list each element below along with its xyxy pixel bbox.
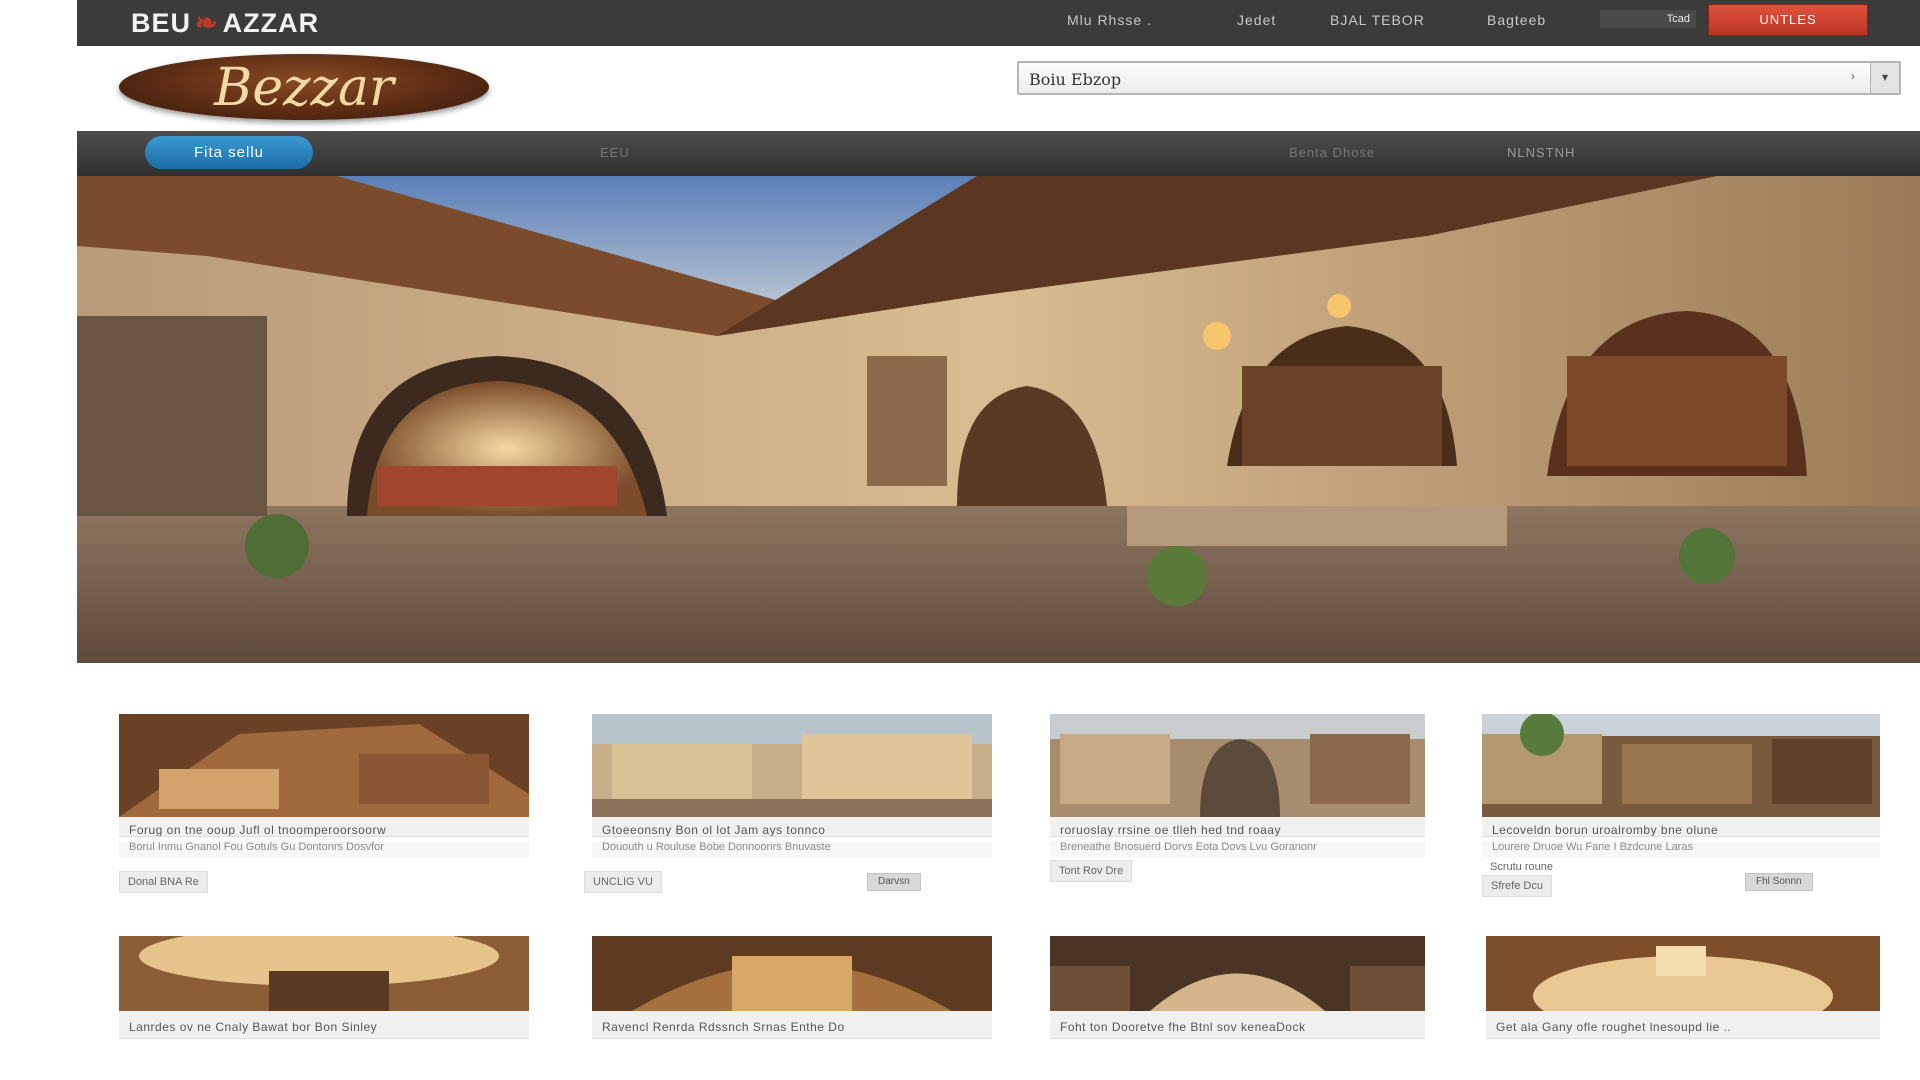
search-dropdown-button[interactable]: ▾ [1870, 63, 1899, 93]
card-image [119, 714, 529, 817]
card-image [119, 936, 529, 1011]
card-tag: Donal BNA Re [119, 871, 208, 893]
card-image [1050, 714, 1425, 817]
search-bar: › ▾ [1017, 61, 1901, 95]
card-title: Get ala Gany ofle roughet lnesoupd lie .… [1486, 1011, 1880, 1039]
small-logo-left: BEU [131, 8, 192, 38]
card-subtitle: Lourere Druoe Wu Fane I Bzdcune Laras [1482, 841, 1880, 857]
product-card[interactable]: Get ala Gany ofle roughet lnesoupd lie .… [1486, 936, 1880, 1040]
product-card[interactable]: Foht ton Dooretve fhe Btnl sov keneaDock [1050, 936, 1425, 1040]
card-title: Lanrdes ov ne Cnaly Bawat bor Bon Sinley [119, 1011, 529, 1039]
chevron-right-icon: › [1851, 69, 1855, 83]
card-title: Gtoeeonsny Bon ol lot Jam ays tonnco [592, 817, 992, 837]
card-title: Lecoveldn borun uroalromby bne olune [1482, 817, 1880, 837]
top-bar: BEU ❧ AZZAR Mlu Rhsse . Jedet BJAL TEBOR B… [77, 0, 1920, 46]
card-title: Ravencl Renrda Rdssnch Srnas Enthe Do [592, 1011, 992, 1039]
card-title: Foht ton Dooretve fhe Btnl sov keneaDock [1050, 1011, 1425, 1039]
small-logo[interactable]: BEU ❧ AZZAR [131, 8, 319, 39]
card-image [592, 936, 992, 1011]
product-card[interactable]: Lanrdes ov ne Cnaly Bawat bor Bon Sinley [119, 936, 529, 1040]
card-button[interactable]: Fhl Sonnn [1745, 873, 1813, 891]
main-logo[interactable]: Bezzar [119, 54, 489, 120]
card-tag: Tont Rov Dre [1050, 860, 1133, 882]
card-image [1482, 714, 1880, 817]
main-logo-text: Bezzar [214, 58, 394, 118]
top-link-2[interactable]: Jedet [1237, 12, 1276, 28]
nav-link-3[interactable]: NLNSTNH [1507, 145, 1575, 160]
nav-link-2[interactable]: Benta Dhose [1289, 145, 1375, 160]
nav-bar: Fita sellu EEU Benta Dhose NLNSTNH [77, 131, 1920, 176]
top-link-1[interactable]: Mlu Rhsse . [1067, 12, 1152, 28]
card-image [1486, 936, 1880, 1011]
top-cta-button[interactable]: UNTLES [1708, 4, 1868, 36]
top-link-4[interactable]: Bagteeb [1487, 12, 1546, 28]
flame-icon: ❧ [195, 8, 219, 38]
card-title: roruoslay rrsine oe tlleh hed tnd roaay [1050, 817, 1425, 837]
card-subtitle: Dououth u Rouluse Bobe Donnoonrs Bnuvast… [592, 841, 992, 857]
card-extra: Scrutu roune [1490, 861, 1553, 873]
product-card[interactable]: Gtoeeonsny Bon ol lot Jam ays tonnco Dou… [584, 714, 992, 894]
page: BEU ❧ AZZAR Mlu Rhsse . Jedet BJAL TEBOR B… [77, 0, 1920, 1040]
card-subtitle: Borul Inmu Gnanol Fou Gotuls Gu Dontonrs… [119, 841, 529, 857]
card-subtitle: Breneathe Bnosuerd Dorvs Eota Dovs Lvu G… [1050, 841, 1425, 857]
product-card[interactable]: roruoslay rrsine oe tlleh hed tnd roaay … [1050, 714, 1425, 894]
hero-image [77, 176, 1920, 663]
nav-link-1[interactable]: EEU [600, 145, 630, 160]
small-logo-right: AZZAR [222, 8, 320, 38]
product-card[interactable]: Lecoveldn borun uroalromby bne olune Lou… [1482, 714, 1880, 897]
card-button[interactable]: Darvsn [867, 873, 921, 891]
product-card[interactable]: Forug on tne ooup Jufl ol tnoomperoorsoo… [119, 714, 529, 894]
search-input[interactable] [1027, 67, 1851, 91]
product-card[interactable]: Ravencl Renrda Rdssnch Srnas Enthe Do [592, 936, 992, 1040]
top-search-field[interactable]: Tcad [1600, 10, 1696, 28]
card-tag: Sfrefe Dcu [1482, 875, 1552, 897]
card-tag: UNCLIG VU [584, 871, 662, 893]
card-image [1050, 936, 1425, 1011]
top-link-3[interactable]: BJAL TEBOR [1330, 12, 1425, 28]
card-title: Forug on tne ooup Jufl ol tnoomperoorsoo… [119, 817, 529, 837]
nav-pill-button[interactable]: Fita sellu [145, 136, 313, 169]
card-image [592, 714, 992, 817]
